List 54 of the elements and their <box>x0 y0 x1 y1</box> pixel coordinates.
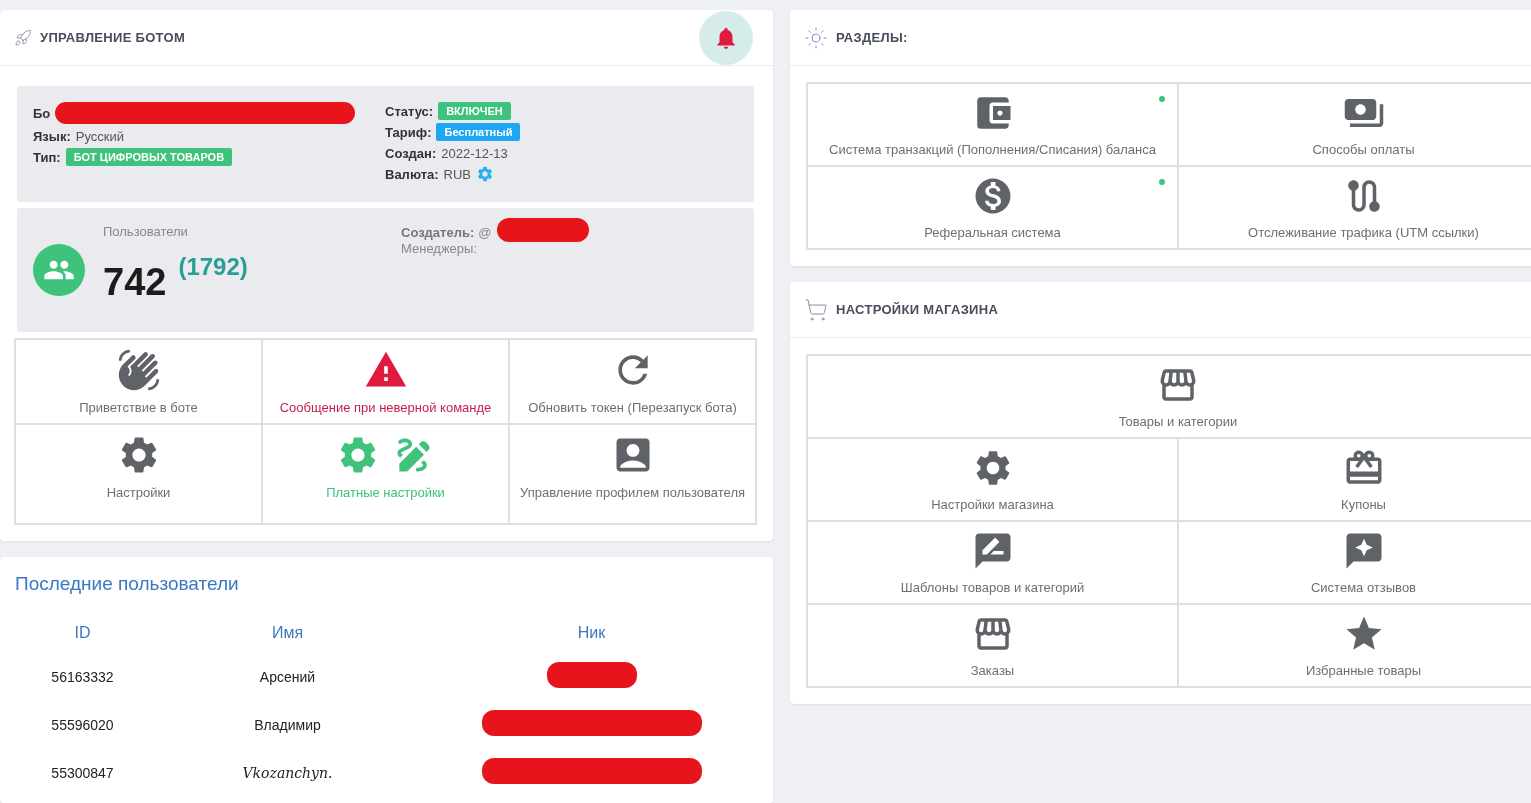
menu-tile[interactable]: Шаблоны товаров и категорий <box>807 521 1178 604</box>
menu-tile[interactable]: Реферальная система <box>807 166 1178 249</box>
sun-icon <box>804 25 828 50</box>
info-label: Валюта: <box>385 166 439 182</box>
menu-tile[interactable]: Система отзывов <box>1178 521 1531 604</box>
cart-icon <box>804 297 828 322</box>
menu-tile[interactable]: Настройки магазина <box>807 438 1178 521</box>
menu-tile[interactable]: Товары и категории <box>807 355 1531 438</box>
info-label: Язык: <box>33 128 71 144</box>
menu-tile[interactable]: Сообщение при неверной команде <box>262 339 509 424</box>
table-cell-text: 56163332 <box>50 668 115 687</box>
info-label: Статус: <box>385 103 434 119</box>
status-badge: Бесплатный <box>436 123 521 141</box>
user-count: 742 <box>103 261 167 304</box>
menu-tile[interactable]: Отслеживание трафика (UTM ссылки) <box>1178 166 1531 249</box>
rocket-icon <box>14 28 32 47</box>
column-header: ID <box>73 623 92 643</box>
panel-title: УПРАВЛЕНИЕ БОТОМ <box>40 30 186 45</box>
menu-tile[interactable]: Способы оплаты <box>1178 83 1531 166</box>
status-badge: БОТ ЦИФРОВЫХ ТОВАРОВ <box>65 148 233 166</box>
creator-label: Создатель: <box>401 226 475 239</box>
creator-value: @ <box>478 226 492 239</box>
menu-tile[interactable]: Настройки <box>15 424 262 524</box>
menu-tile[interactable]: Обновить токен (Перезапуск бота) <box>509 339 756 424</box>
menu-tile[interactable]: Система транзакций (Пополнения/Списания) баланса <box>807 83 1178 166</box>
panel-title: НАСТРОЙКИ МАГАЗИНА <box>836 302 999 317</box>
waving-hand-icon <box>116 348 161 392</box>
menu-tile[interactable]: Избранные товары <box>1178 604 1531 687</box>
total-count: (1792) <box>178 253 248 281</box>
info-label: Тариф: <box>385 124 432 140</box>
info-value: RUB <box>443 166 472 182</box>
status-badge: ВКЛЮЧЕН <box>438 102 511 120</box>
notification-button[interactable] <box>699 10 753 65</box>
table-cell-text: Арсений <box>258 668 317 687</box>
menu-tile[interactable]: Купоны <box>1178 438 1531 521</box>
menu-tile[interactable]: Приветствие в боте <box>15 339 262 424</box>
info-value: Русский <box>75 128 124 144</box>
menu-tile[interactable]: Заказы <box>807 604 1178 687</box>
info-label: Бо <box>33 105 51 121</box>
menu-tile[interactable]: Управление профилем пользователя <box>509 424 756 524</box>
managers-label: Менеджеры: <box>401 242 479 255</box>
table-cell-text: Владимир <box>253 716 322 735</box>
column-header: Ник <box>576 623 607 643</box>
panel-title: РАЗДЕЛЫ: <box>836 30 908 45</box>
table-cell-text: 55300847 <box>50 764 115 783</box>
table-cell-text: 55596020 <box>50 716 115 735</box>
table-cell-text: Vkozanchyn. <box>241 764 334 783</box>
column-header: Имя <box>270 623 305 643</box>
info-label: Создан: <box>385 145 437 161</box>
panel-title: Последние пользователи <box>14 572 240 595</box>
stat-label: Пользователи <box>103 224 189 239</box>
info-label: Тип: <box>33 149 61 165</box>
users-icon <box>33 244 85 296</box>
info-value: 2022-12-13 <box>441 145 508 161</box>
